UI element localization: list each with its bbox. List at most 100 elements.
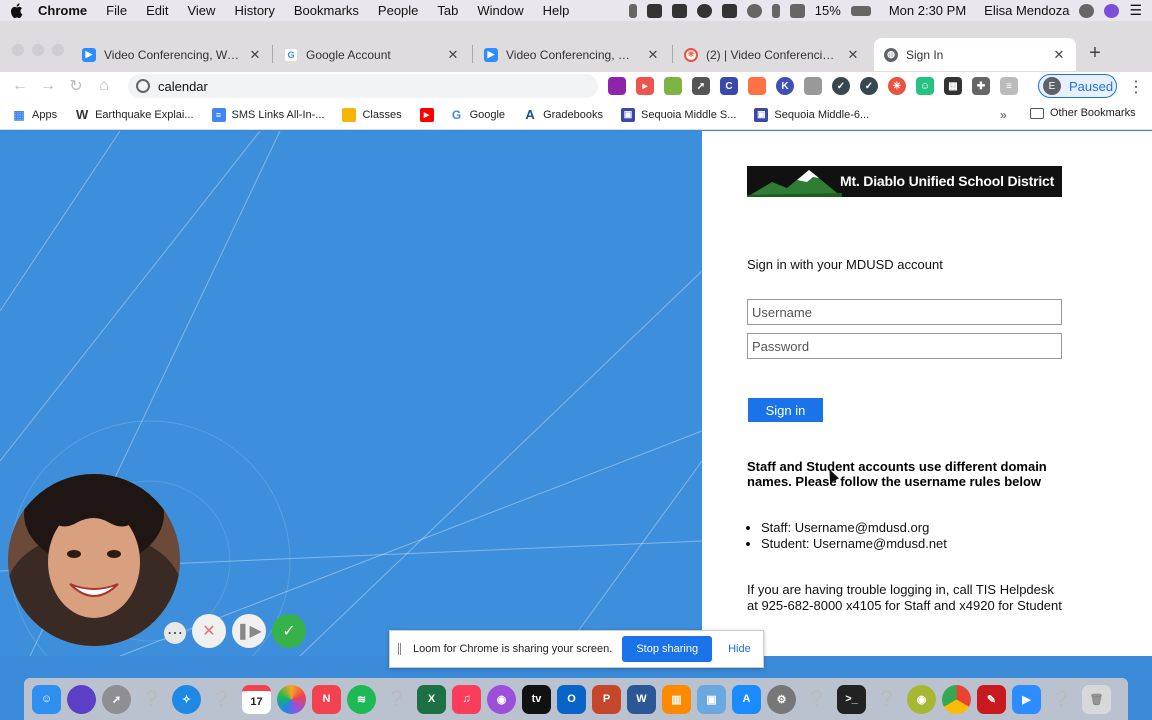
spotlight-search-icon[interactable] xyxy=(1079,3,1095,18)
close-tab-icon[interactable]: ✕ xyxy=(1052,47,1066,63)
malwarebytes-icon[interactable] xyxy=(721,3,737,18)
dropbox-icon[interactable] xyxy=(671,3,687,18)
finish-recording-icon[interactable]: ✓ xyxy=(272,614,306,648)
placeholder-icon[interactable]: ? xyxy=(872,685,901,714)
loom-extension-icon[interactable]: ✳ xyxy=(888,77,906,95)
apple-icon[interactable] xyxy=(10,3,24,19)
home-icon[interactable]: ⌂ xyxy=(90,77,118,95)
more-bookmarks-chevron-icon[interactable]: » xyxy=(1000,108,1007,122)
password-field[interactable] xyxy=(747,333,1062,359)
podcasts-icon[interactable]: ◉ xyxy=(487,684,516,714)
bluetooth-icon[interactable] xyxy=(771,3,780,18)
highlighter-extension-icon[interactable] xyxy=(748,77,766,95)
excel-icon[interactable]: X xyxy=(417,684,446,714)
system-preferences-icon[interactable]: ⚙ xyxy=(767,684,796,714)
shield-extension-icon[interactable]: ✓ xyxy=(832,77,850,95)
eye-app-icon[interactable]: ◉ xyxy=(907,684,936,714)
menu-edit[interactable]: Edit xyxy=(146,3,168,18)
launchpad-icon[interactable]: ➚ xyxy=(102,684,131,714)
close-tab-icon[interactable]: ✕ xyxy=(846,47,860,63)
reading-list-icon[interactable]: ≡ xyxy=(1000,77,1018,95)
hide-sharing-bar-button[interactable]: Hide xyxy=(728,643,751,655)
puzzle-extensions-icon[interactable]: ✚ xyxy=(972,77,990,95)
other-bookmarks[interactable]: Other Bookmarks xyxy=(1030,107,1136,119)
menu-window[interactable]: Window xyxy=(477,3,523,18)
username-field[interactable] xyxy=(747,299,1062,325)
menu-file[interactable]: File xyxy=(106,3,127,18)
close-tab-icon[interactable]: ✕ xyxy=(646,47,660,63)
more-menu-icon[interactable]: ⋮ xyxy=(1128,77,1144,97)
menu-people[interactable]: People xyxy=(378,3,418,18)
grammar-extension-icon[interactable] xyxy=(664,77,682,95)
placeholder-icon[interactable]: ? xyxy=(382,685,411,714)
notification-center-icon[interactable]: ☰ xyxy=(1129,2,1142,19)
word-icon[interactable]: W xyxy=(627,684,656,714)
siri-icon[interactable] xyxy=(67,684,96,714)
shield-check-extension-icon[interactable]: ✓ xyxy=(860,77,878,95)
acrobat-icon[interactable]: ✎ xyxy=(977,684,1006,714)
grid-extension-icon[interactable]: ▦ xyxy=(944,77,962,95)
mote-extension-icon[interactable]: ☺ xyxy=(916,77,934,95)
screencastify-icon[interactable]: ▸ xyxy=(636,77,654,95)
books-icon[interactable]: ▥ xyxy=(662,684,691,714)
bookmark-youtube[interactable]: ▶ xyxy=(419,107,440,122)
rocket-extension-icon[interactable]: ➚ xyxy=(692,77,710,95)
placeholder-icon[interactable]: ? xyxy=(802,685,831,714)
music-icon[interactable]: ♫ xyxy=(452,684,481,714)
menu-app-name[interactable]: Chrome xyxy=(38,3,87,18)
siri-menu-icon[interactable] xyxy=(1104,3,1120,18)
bookmark-apps[interactable]: ▦ Apps xyxy=(12,108,57,122)
trash-icon[interactable]: 🗑 xyxy=(1082,684,1111,714)
drag-handle-icon[interactable] xyxy=(398,643,401,655)
close-tab-icon[interactable]: ✕ xyxy=(446,47,460,63)
menu-bookmarks[interactable]: Bookmarks xyxy=(294,3,359,18)
calendar-icon[interactable]: 17 xyxy=(242,684,271,714)
menu-bar-user[interactable]: Elisa Mendoza xyxy=(984,3,1069,18)
cancel-recording-icon[interactable]: ✕ xyxy=(192,614,226,648)
close-window-button[interactable] xyxy=(12,44,24,56)
bookmark-sequoia-1[interactable]: ▣ Sequoia Middle S... xyxy=(621,107,736,122)
minimize-window-button[interactable] xyxy=(32,44,44,56)
new-tab-button[interactable]: + xyxy=(1086,42,1104,65)
pause-recording-icon[interactable]: ❚▶ xyxy=(232,614,266,648)
bookmark-star-extension-icon[interactable] xyxy=(608,77,626,95)
placeholder-icon[interactable]: ? xyxy=(1047,685,1076,714)
tab-video-conferencing-3[interactable]: ✳ (2) | Video Conferencing, W ✕ xyxy=(674,38,870,71)
close-tab-icon[interactable]: ✕ xyxy=(248,47,262,63)
loom-menu-icon[interactable] xyxy=(646,3,662,18)
battery-icon[interactable] xyxy=(850,5,871,16)
bookmark-sequoia-2[interactable]: ▣ Sequoia Middle-6... xyxy=(754,107,869,122)
sign-in-button[interactable]: Sign in xyxy=(748,398,823,422)
tab-video-conferencing-1[interactable]: ▶ Video Conferencing, Web C ✕ xyxy=(72,38,272,71)
powerpoint-icon[interactable]: P xyxy=(592,684,621,714)
back-arrow-icon[interactable]: ← xyxy=(6,77,34,95)
tab-sign-in[interactable]: ◍ Sign In ✕ xyxy=(874,38,1076,71)
placeholder-icon[interactable]: ? xyxy=(137,685,166,714)
safari-icon[interactable]: ✧ xyxy=(172,684,201,714)
tab-video-conferencing-2[interactable]: ▶ Video Conferencing, Web C ✕ xyxy=(474,38,670,71)
c-extension-icon[interactable]: C xyxy=(720,77,738,95)
menu-help[interactable]: Help xyxy=(543,3,570,18)
outlook-icon[interactable]: O xyxy=(557,684,586,714)
k-extension-icon[interactable]: K xyxy=(776,77,794,95)
reload-icon[interactable]: ↻ xyxy=(62,76,90,96)
terminal-icon[interactable]: >_ xyxy=(837,684,866,714)
microphone-icon[interactable] xyxy=(628,3,637,18)
chrome-icon[interactable] xyxy=(942,684,971,714)
tab-google-account[interactable]: G Google Account ✕ xyxy=(274,38,470,71)
zoom-icon[interactable]: ▶ xyxy=(1012,684,1041,714)
address-bar[interactable]: calendar xyxy=(128,74,598,98)
finder-icon[interactable]: ☺ xyxy=(32,684,61,714)
app-store-icon[interactable]: A xyxy=(732,684,761,714)
news-icon[interactable]: N xyxy=(312,684,341,714)
bookmark-google[interactable]: G Google xyxy=(450,108,505,122)
preview-icon[interactable]: ▣ xyxy=(697,684,726,714)
bookmark-sms-links[interactable]: ≡ SMS Links All-In-... xyxy=(211,107,324,122)
bookmark-classes[interactable]: Classes xyxy=(342,107,402,122)
photos-icon[interactable] xyxy=(277,684,306,714)
forward-arrow-icon[interactable]: → xyxy=(34,77,62,95)
placeholder-icon[interactable]: ? xyxy=(207,685,236,714)
menu-bar-clock[interactable]: Mon 2:30 PM xyxy=(889,3,966,18)
more-options-icon[interactable]: ⋯ xyxy=(164,622,186,644)
vpn-icon[interactable] xyxy=(746,3,762,18)
